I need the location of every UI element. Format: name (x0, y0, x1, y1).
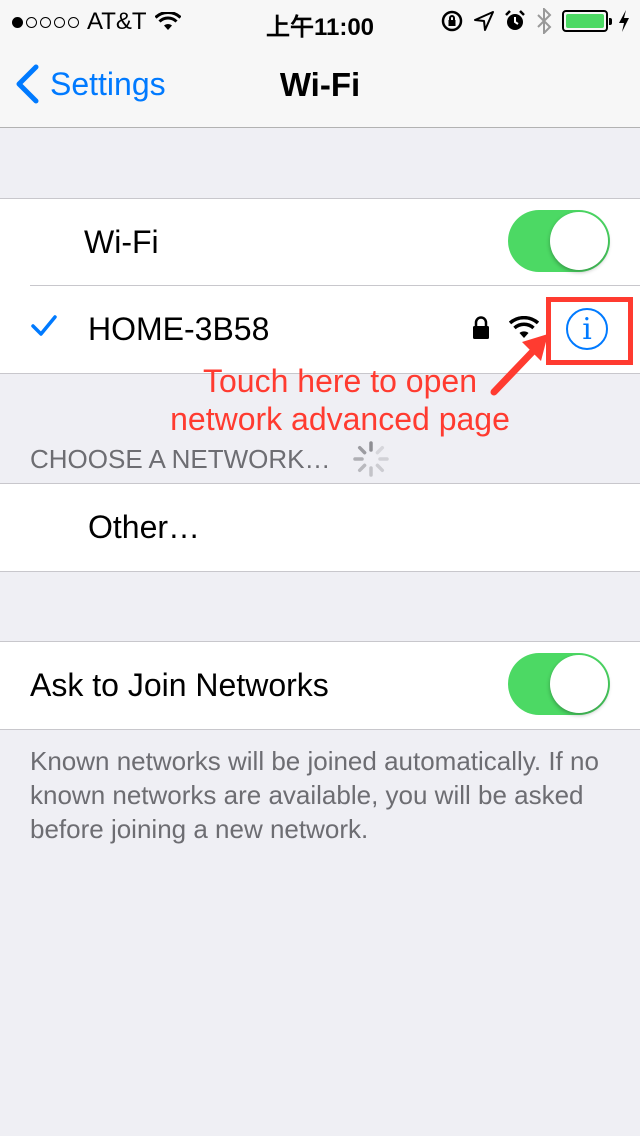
annotation-line-1: Touch here to open (203, 363, 477, 399)
ask-to-join-group: Ask to Join Networks (0, 641, 640, 730)
bluetooth-icon (537, 8, 552, 34)
status-right (440, 8, 630, 34)
navigation-bar: Settings Wi-Fi (0, 40, 640, 128)
annotation-line-2: network advanced page (170, 401, 510, 437)
wifi-toggle[interactable] (508, 210, 610, 272)
status-bar: AT&T 上午11:00 (0, 0, 640, 41)
network-name: HOME-3B58 (88, 311, 270, 347)
toggle-knob (550, 212, 608, 270)
loading-spinner-icon (352, 441, 389, 477)
ask-to-join-toggle[interactable] (508, 653, 610, 715)
wifi-label: Wi-Fi (84, 224, 159, 260)
wifi-toggle-row: Wi-Fi (0, 199, 640, 286)
page-title: Wi-Fi (279, 66, 361, 103)
other-network-row[interactable]: Other… (0, 484, 640, 571)
toggle-knob (550, 655, 608, 713)
section-header-label: CHOOSE A NETWORK… (30, 443, 331, 474)
choose-network-header: CHOOSE A NETWORK… (30, 439, 391, 479)
other-network-label: Other… (88, 509, 201, 545)
checkmark-icon (31, 315, 57, 336)
battery-icon (562, 10, 612, 32)
annotation-text: Touch here to open network advanced page (130, 362, 550, 438)
alarm-icon (505, 10, 525, 30)
ask-to-join-description: Known networks will be joined automatica… (30, 746, 599, 844)
other-network-group: Other… (0, 483, 640, 572)
location-icon (474, 11, 494, 31)
charging-icon (619, 10, 629, 32)
battery-fill (566, 14, 604, 28)
rotation-lock-icon (441, 10, 463, 32)
ask-to-join-label: Ask to Join Networks (30, 667, 329, 703)
ask-to-join-row: Ask to Join Networks (0, 642, 640, 729)
